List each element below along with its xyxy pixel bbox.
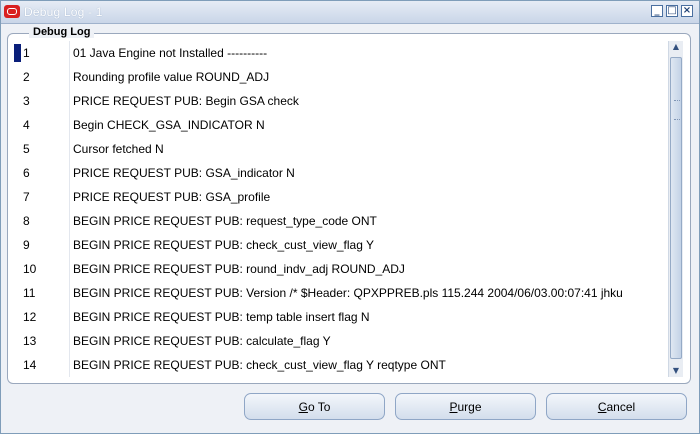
vertical-scrollbar[interactable]: ▲ ▼ bbox=[668, 41, 683, 377]
row-message: BEGIN PRICE REQUEST PUB: check_cust_view… bbox=[73, 238, 375, 252]
log-row[interactable]: 5 Cursor fetched N bbox=[14, 137, 666, 161]
group-label: Debug Log bbox=[29, 26, 95, 38]
row-message: Cursor fetched N bbox=[73, 142, 164, 156]
row-message: BEGIN PRICE REQUEST PUB: temp table inse… bbox=[73, 310, 370, 324]
scroll-grip bbox=[674, 100, 680, 120]
scroll-up-icon[interactable]: ▲ bbox=[669, 41, 683, 53]
minimize-icon[interactable]: _ bbox=[651, 5, 663, 17]
row-number: 7 bbox=[23, 190, 30, 204]
debug-log-window: Debug Log - 1 _ □ × Debug Log 1 01 Java E… bbox=[0, 0, 700, 434]
row-selector[interactable] bbox=[14, 356, 21, 374]
row-selector[interactable] bbox=[14, 212, 21, 230]
row-message: PRICE REQUEST PUB: GSA_profile bbox=[73, 190, 271, 204]
title-bar[interactable]: Debug Log - 1 _ □ × bbox=[1, 1, 699, 24]
row-selector[interactable] bbox=[14, 92, 21, 110]
row-selector[interactable] bbox=[14, 44, 21, 62]
column-divider bbox=[69, 41, 70, 377]
log-row[interactable]: 11 BEGIN PRICE REQUEST PUB: Version /* $H… bbox=[14, 281, 666, 305]
row-number: 13 bbox=[23, 334, 37, 348]
log-row[interactable]: 4 Begin CHECK_GSA_INDICATOR N bbox=[14, 113, 666, 137]
purge-label: urge bbox=[457, 400, 482, 414]
purge-button[interactable]: Purge bbox=[395, 393, 536, 420]
log-row[interactable]: 10 BEGIN PRICE REQUEST PUB: round_indv_ad… bbox=[14, 257, 666, 281]
log-row[interactable]: 6 PRICE REQUEST PUB: GSA_indicator N bbox=[14, 161, 666, 185]
row-selector[interactable] bbox=[14, 140, 21, 158]
row-message: BEGIN PRICE REQUEST PUB: check_cust_view… bbox=[73, 358, 446, 372]
go-to-label: o To bbox=[307, 400, 331, 414]
maximize-icon[interactable]: □ bbox=[666, 5, 678, 17]
row-message: PRICE REQUEST PUB: Begin GSA check bbox=[73, 94, 299, 108]
scroll-thumb[interactable] bbox=[670, 57, 682, 359]
row-number: 14 bbox=[23, 358, 37, 372]
row-number: 9 bbox=[23, 238, 30, 252]
go-to-button[interactable]: Go To bbox=[244, 393, 385, 420]
scroll-down-icon[interactable]: ▼ bbox=[669, 365, 683, 377]
row-selector[interactable] bbox=[14, 308, 21, 326]
log-row[interactable]: 3 PRICE REQUEST PUB: Begin GSA check bbox=[14, 89, 666, 113]
row-selector[interactable] bbox=[14, 116, 21, 134]
row-number: 1 bbox=[23, 46, 30, 60]
row-number: 6 bbox=[23, 166, 30, 180]
row-selector[interactable] bbox=[14, 68, 21, 86]
row-number: 5 bbox=[23, 142, 30, 156]
row-number: 10 bbox=[23, 262, 37, 276]
window-title: Debug Log - 1 bbox=[24, 5, 103, 19]
log-grid: 1 01 Java Engine not Installed ----------… bbox=[14, 41, 666, 377]
row-number: 8 bbox=[23, 214, 30, 228]
row-selector[interactable] bbox=[14, 188, 21, 206]
row-message: BEGIN PRICE REQUEST PUB: calculate_flag … bbox=[73, 334, 331, 348]
row-number: 3 bbox=[23, 94, 30, 108]
row-message: 01 Java Engine not Installed ---------- bbox=[73, 46, 268, 60]
row-selector[interactable] bbox=[14, 284, 21, 302]
log-row[interactable]: 9 BEGIN PRICE REQUEST PUB: check_cust_vie… bbox=[14, 233, 666, 257]
cancel-button[interactable]: Cancel bbox=[546, 393, 687, 420]
log-row[interactable]: 1 01 Java Engine not Installed ---------- bbox=[14, 41, 666, 65]
log-row[interactable]: 8 BEGIN PRICE REQUEST PUB: request_type_c… bbox=[14, 209, 666, 233]
row-message: PRICE REQUEST PUB: GSA_indicator N bbox=[73, 166, 295, 180]
log-row[interactable]: 7 PRICE REQUEST PUB: GSA_profile bbox=[14, 185, 666, 209]
row-message: BEGIN PRICE REQUEST PUB: round_indv_adj … bbox=[73, 262, 405, 276]
row-number: 4 bbox=[23, 118, 30, 132]
close-icon[interactable]: × bbox=[681, 5, 693, 17]
row-selector[interactable] bbox=[14, 236, 21, 254]
row-number: 11 bbox=[23, 286, 36, 300]
log-row[interactable]: 12 BEGIN PRICE REQUEST PUB: temp table in… bbox=[14, 305, 666, 329]
log-row[interactable]: 2 Rounding profile value ROUND_ADJ bbox=[14, 65, 666, 89]
cancel-label: ancel bbox=[606, 400, 636, 414]
go-to-mnemonic: G bbox=[298, 400, 308, 414]
row-message: BEGIN PRICE REQUEST PUB: Version /* $Hea… bbox=[73, 286, 623, 300]
row-selector[interactable] bbox=[14, 260, 21, 278]
oracle-logo-icon bbox=[4, 5, 20, 18]
row-number: 2 bbox=[23, 70, 30, 84]
row-message: BEGIN PRICE REQUEST PUB: request_type_co… bbox=[73, 214, 377, 228]
row-message: Begin CHECK_GSA_INDICATOR N bbox=[73, 118, 265, 132]
row-selector[interactable] bbox=[14, 164, 21, 182]
row-number: 12 bbox=[23, 310, 37, 324]
row-selector[interactable] bbox=[14, 332, 21, 350]
log-row[interactable]: 14 BEGIN PRICE REQUEST PUB: check_cust_vi… bbox=[14, 353, 666, 377]
row-message: Rounding profile value ROUND_ADJ bbox=[73, 70, 270, 84]
log-row[interactable]: 13 BEGIN PRICE REQUEST PUB: calculate_fla… bbox=[14, 329, 666, 353]
